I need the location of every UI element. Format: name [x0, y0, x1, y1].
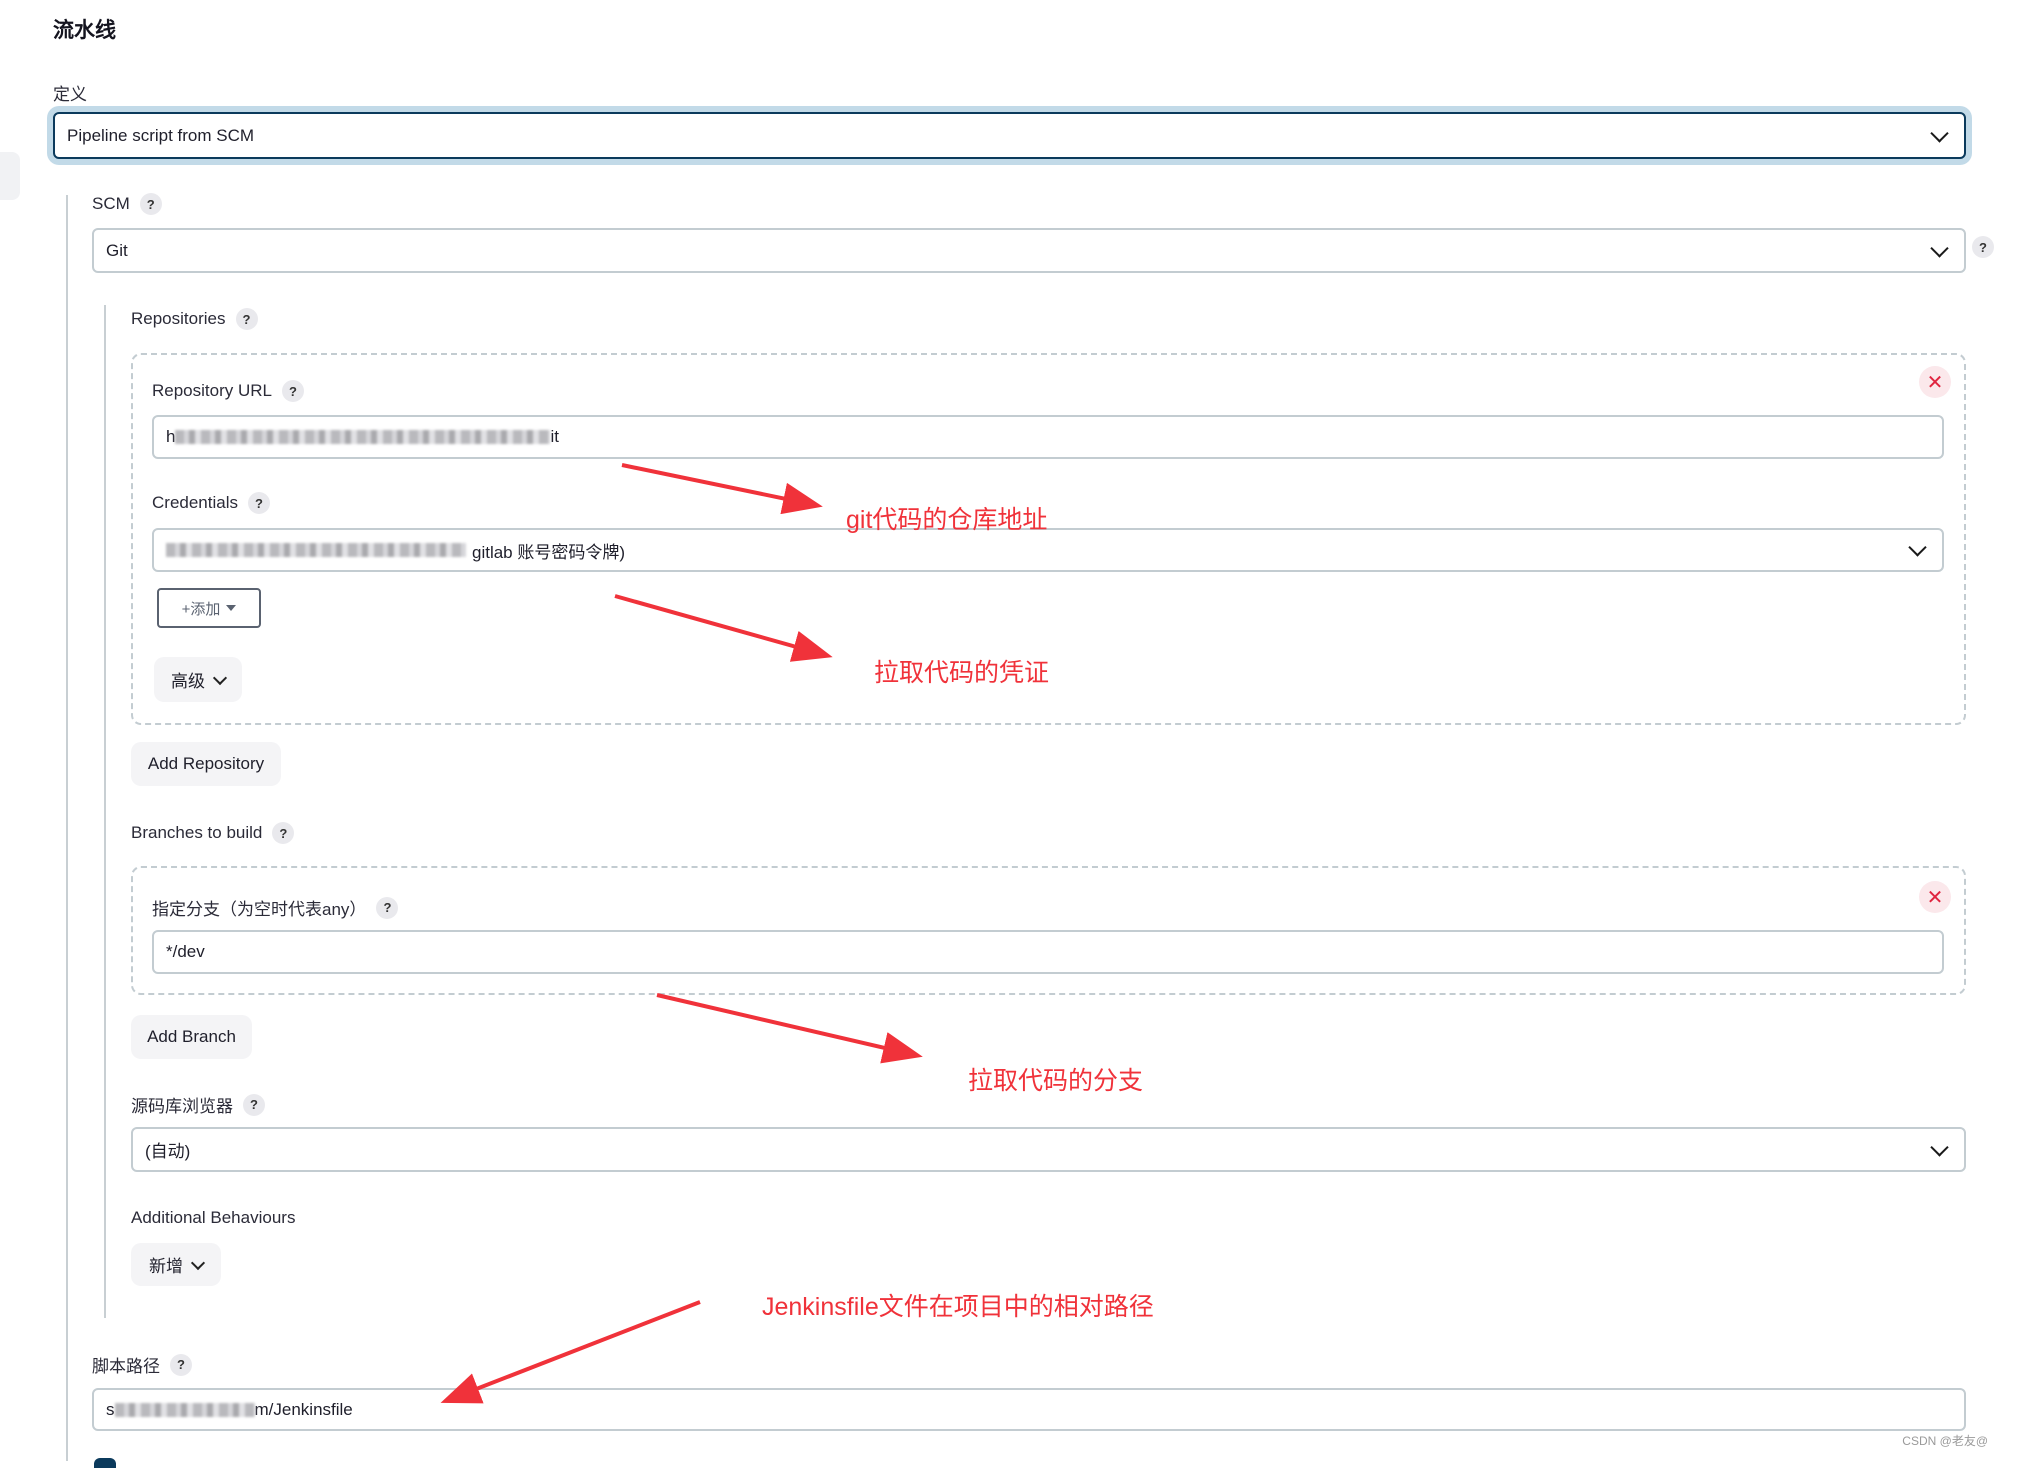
- definition-label: 定义: [53, 80, 87, 105]
- branches-label-text: Branches to build: [131, 823, 263, 842]
- scm-label: SCM ?: [92, 193, 162, 215]
- definition-select[interactable]: Pipeline script from SCM: [53, 112, 1966, 159]
- scm-label-text: SCM: [92, 194, 130, 213]
- branches-label: Branches to build ?: [131, 822, 295, 844]
- repository-url-prefix: h: [166, 427, 176, 446]
- add-branch-label: Add Branch: [147, 1027, 236, 1046]
- sidebar-tab-stub: [0, 152, 20, 200]
- arrow-branch: [656, 993, 923, 1064]
- help-icon[interactable]: ?: [248, 492, 270, 514]
- credentials-label-text: Credentials: [152, 493, 238, 512]
- delete-repository-close-icon[interactable]: ✕: [1919, 366, 1951, 398]
- script-path-label-text: 脚本路径: [92, 1357, 160, 1376]
- additional-behaviours-label: Additional Behaviours: [131, 1208, 295, 1228]
- annotation-branch: 拉取代码的分支: [968, 1067, 1144, 1095]
- annotation-repo-url: git代码的仓库地址: [846, 506, 1048, 534]
- branch-specifier-label-text: 指定分支（为空时代表any）: [152, 900, 367, 919]
- scm-select[interactable]: Git: [92, 228, 1966, 273]
- branch-specifier-label: 指定分支（为空时代表any） ?: [152, 895, 399, 920]
- help-icon[interactable]: ?: [170, 1353, 192, 1376]
- script-path-input[interactable]: s m/Jenkinsfile: [92, 1388, 1966, 1431]
- repositories-label-text: Repositories: [131, 309, 226, 328]
- definition-label-text: 定义: [53, 85, 87, 104]
- script-path-suffix: m/Jenkinsfile: [254, 1399, 353, 1419]
- advanced-label: 高级: [171, 672, 205, 691]
- watermark: CSDN @老友@: [1902, 1434, 1988, 1448]
- additional-behaviours-label-text: Additional Behaviours: [131, 1208, 296, 1227]
- chevron-down-icon: [1930, 238, 1949, 258]
- help-icon[interactable]: ?: [235, 308, 258, 330]
- help-icon[interactable]: ?: [376, 896, 399, 919]
- add-repository-button[interactable]: Add Repository: [131, 742, 281, 786]
- redacted-text: [166, 543, 466, 557]
- help-icon[interactable]: ?: [243, 1093, 265, 1116]
- help-icon[interactable]: ?: [282, 380, 304, 402]
- annotation-arrows: [440, 463, 923, 1404]
- scm-select-value: Git: [106, 240, 128, 260]
- redacted-text: [175, 430, 551, 444]
- credentials-label: Credentials ?: [152, 492, 270, 514]
- repository-url-suffix: it: [550, 427, 559, 446]
- script-path-label: 脚本路径 ?: [92, 1352, 192, 1377]
- repository-url-label-text: Repository URL: [152, 381, 272, 400]
- repository-url-label: Repository URL ?: [152, 380, 304, 402]
- annotation-credentials: 拉取代码的凭证: [874, 659, 1050, 687]
- add-credentials-button[interactable]: +添加: [157, 588, 261, 628]
- repository-browser-label-text: 源码库浏览器: [131, 1097, 233, 1116]
- credentials-select-value: gitlab 账号密码令牌): [472, 542, 626, 562]
- chevron-down-icon: [190, 1255, 206, 1270]
- repository-browser-label: 源码库浏览器 ?: [131, 1092, 265, 1117]
- add-behaviour-label: 新增: [149, 1257, 183, 1276]
- definition-select-value: Pipeline script from SCM: [67, 125, 255, 145]
- chevron-down-icon: [1908, 538, 1927, 557]
- add-behaviour-button[interactable]: 新增: [131, 1243, 221, 1286]
- help-icon[interactable]: ?: [139, 193, 162, 215]
- repository-browser-select[interactable]: (自动): [131, 1127, 1966, 1172]
- script-path-prefix: s: [106, 1399, 115, 1419]
- repository-url-input[interactable]: h it: [152, 415, 1944, 459]
- chevron-down-icon: [1930, 123, 1949, 143]
- annotation-jenkinsfile: Jenkinsfile文件在项目中的相对路径: [762, 1293, 1154, 1321]
- branch-specifier-value: */dev: [166, 942, 205, 961]
- redacted-text: [114, 1402, 255, 1417]
- chevron-down-icon: [212, 670, 228, 685]
- repositories-label: Repositories ?: [131, 308, 258, 330]
- arrow-jenkinsfile: [440, 1300, 701, 1404]
- section-title: 流水线: [53, 19, 116, 42]
- caret-down-icon: [226, 605, 237, 611]
- credentials-select[interactable]: gitlab 账号密码令牌): [152, 528, 1944, 572]
- branch-specifier-input[interactable]: */dev: [152, 930, 1944, 974]
- nesting-guide-inner: [104, 305, 106, 1318]
- advanced-button[interactable]: 高级: [154, 657, 242, 702]
- add-credentials-label: +添加: [181, 600, 221, 618]
- delete-branch-close-icon[interactable]: ✕: [1919, 881, 1951, 913]
- help-icon[interactable]: ?: [272, 822, 295, 844]
- chevron-down-icon: [1930, 1137, 1949, 1157]
- checkbox[interactable]: [94, 1458, 116, 1468]
- nesting-guide-outer: [66, 195, 68, 1461]
- add-branch-button[interactable]: Add Branch: [131, 1015, 252, 1059]
- add-repository-label: Add Repository: [147, 754, 265, 773]
- scm-help-icon[interactable]: ?: [1972, 236, 1994, 258]
- repository-browser-value: (自动): [145, 1142, 191, 1161]
